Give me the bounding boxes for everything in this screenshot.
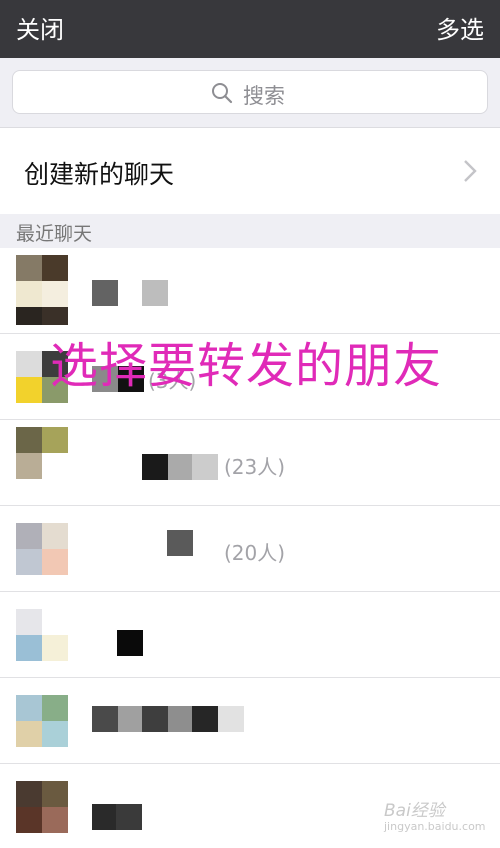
navigation-bar: 关闭 多选	[0, 0, 500, 58]
search-input[interactable]: 搜索	[12, 70, 488, 114]
chat-row[interactable]	[0, 592, 500, 678]
recent-chats-header: 最近聊天	[0, 214, 500, 248]
multi-select-button[interactable]: 多选	[436, 10, 484, 45]
avatar	[16, 513, 68, 583]
member-count: (23人)	[224, 455, 286, 479]
avatar	[16, 427, 68, 497]
create-new-chat-item[interactable]: 创建新的聊天	[0, 128, 500, 214]
member-count: (20人)	[224, 541, 286, 565]
search-icon	[212, 83, 233, 104]
chat-row[interactable]	[0, 248, 500, 334]
avatar	[16, 685, 68, 755]
chat-row[interactable]: (23人)	[0, 420, 500, 506]
avatar	[16, 599, 68, 669]
chat-row[interactable]	[0, 678, 500, 764]
avatar	[16, 255, 68, 325]
watermark-brand: Bai经验	[384, 801, 445, 821]
close-button[interactable]: 关闭	[16, 10, 64, 45]
chevron-right-icon	[464, 160, 477, 182]
search-bar-container: 搜索	[0, 58, 500, 128]
avatar	[16, 771, 68, 841]
create-new-chat-label: 创建新的聊天	[24, 160, 175, 189]
instruction-overlay: 选择要转发的朋友	[50, 338, 443, 394]
watermark-site: jingyan.baidu.com	[384, 820, 486, 833]
baidu-watermark: Bai经验 jingyan.baidu.com	[384, 792, 494, 842]
chat-row[interactable]: (20人)	[0, 506, 500, 592]
recent-chats-label: 最近聊天	[16, 223, 93, 245]
search-placeholder: 搜索	[243, 84, 285, 108]
